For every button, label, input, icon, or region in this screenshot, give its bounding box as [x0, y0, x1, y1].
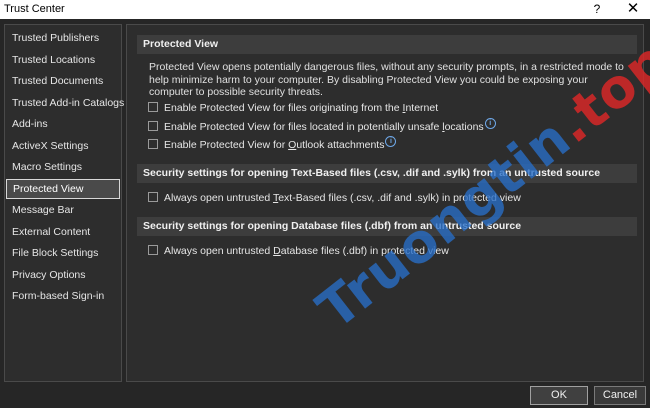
sidebar-item-trusted-locations[interactable]: Trusted Locations: [6, 50, 120, 70]
settings-panel: Protected View Protected View opens pote…: [126, 24, 644, 382]
checkbox-internet-files[interactable]: [148, 102, 158, 112]
checkbox-text-based-files[interactable]: [148, 192, 158, 202]
window-title: Trust Center: [4, 3, 65, 15]
sidebar-item-form-based-sign-in[interactable]: Form-based Sign-in: [6, 286, 120, 306]
option-unsafe-locations-label: Enable Protected View for files located …: [164, 118, 496, 134]
info-icon[interactable]: i: [385, 136, 397, 147]
section-header-protected-view: Protected View: [137, 35, 637, 54]
sidebar-item-trusted-publishers[interactable]: Trusted Publishers: [6, 28, 120, 48]
option-outlook-attachments-label: Enable Protected View for Outlook attach…: [164, 136, 397, 152]
sidebar-item-privacy-options[interactable]: Privacy Options: [6, 265, 120, 285]
sidebar-item-macro-settings[interactable]: Macro Settings: [6, 157, 120, 177]
sidebar-item-trusted-add-in-catalogs[interactable]: Trusted Add-in Catalogs: [6, 93, 124, 113]
sidebar-item-trusted-documents[interactable]: Trusted Documents: [6, 71, 120, 91]
sidebar-item-message-bar[interactable]: Message Bar: [6, 200, 120, 220]
ok-button[interactable]: OK: [530, 386, 588, 405]
info-icon[interactable]: i: [484, 118, 496, 129]
sidebar-item-add-ins[interactable]: Add-ins: [6, 114, 120, 134]
help-button[interactable]: ?: [589, 1, 605, 17]
protected-view-description: Protected View opens potentially dangero…: [149, 61, 624, 98]
option-internet-files-label: Enable Protected View for files originat…: [164, 102, 439, 114]
sidebar-item-file-block-settings[interactable]: File Block Settings: [6, 243, 120, 263]
checkbox-database-files[interactable]: [148, 245, 158, 255]
sidebar-item-activex-settings[interactable]: ActiveX Settings: [6, 136, 120, 156]
close-button[interactable]: ✕: [624, 1, 642, 17]
title-bar: Trust Center ? ✕: [0, 0, 650, 20]
sidebar-item-protected-view[interactable]: Protected View: [6, 178, 120, 199]
checkbox-unsafe-locations[interactable]: [148, 121, 158, 131]
checkbox-outlook-attachments[interactable]: [148, 139, 158, 149]
sidebar-item-external-content[interactable]: External Content: [6, 222, 120, 242]
sidebar: Trusted Publishers Trusted Locations Tru…: [4, 24, 124, 382]
cancel-button[interactable]: Cancel: [594, 386, 646, 405]
